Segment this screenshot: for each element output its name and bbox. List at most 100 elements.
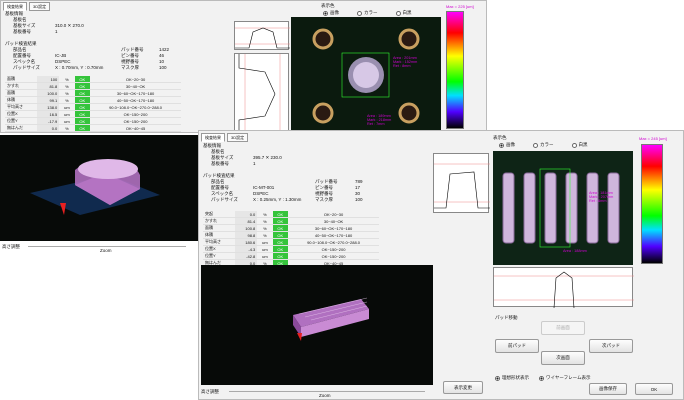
pad-camera-image: Area : 201mm Mark : 152mm Ret : 8mm Area :… bbox=[291, 17, 441, 131]
result-unit: % bbox=[59, 82, 75, 90]
radio-image[interactable]: 画像 bbox=[323, 10, 339, 16]
wireframe-text: ワイヤーフレーム表示 bbox=[546, 375, 591, 380]
tab-bar: 検査結果 3D設定 bbox=[3, 2, 51, 11]
result-spec: 40~50~OK~170~180 bbox=[288, 231, 379, 239]
radio-color-2[interactable]: カラー bbox=[533, 142, 554, 148]
display-color-label: 表示色 bbox=[321, 3, 335, 8]
radio-mono-dot-2 bbox=[571, 142, 577, 148]
result-value: -17.9 bbox=[36, 117, 60, 125]
pad-image-render-2 bbox=[502, 168, 620, 248]
next-pad-button[interactable]: 次パッド bbox=[589, 339, 633, 353]
result-value: 16.5 bbox=[36, 110, 60, 118]
prev-screen-button[interactable]: 前画面 bbox=[541, 321, 585, 335]
zoom-label-2: Zoom bbox=[319, 393, 331, 398]
result-status: OK bbox=[74, 124, 91, 132]
pad-no-label: パッド番号 bbox=[121, 47, 144, 52]
wireframe-option[interactable]: ワイヤーフレーム表示 bbox=[539, 375, 590, 381]
ideal-shape-dot bbox=[495, 375, 500, 381]
pin-no-value-2: 17 bbox=[355, 185, 361, 190]
color-max-label: Max = 225 [um] bbox=[446, 4, 474, 9]
mask-value: 100 bbox=[159, 65, 167, 70]
result-unit: um bbox=[257, 238, 273, 246]
spec-label-2: スペック名 bbox=[211, 191, 234, 196]
base-size-label: 基板サイズ bbox=[13, 23, 36, 28]
base-name-label-2: 基板名 bbox=[211, 149, 225, 154]
3d-render-1 bbox=[30, 159, 160, 215]
height-adjust-label-2: 高さ調整 bbox=[201, 389, 219, 394]
radio-color-label-2: カラー bbox=[540, 142, 554, 147]
result-unit: um bbox=[59, 117, 75, 125]
height-color-bar-2 bbox=[641, 144, 663, 264]
mask-label: マスク厚 bbox=[121, 65, 139, 70]
display-color-label-2: 表示色 bbox=[493, 135, 507, 140]
tab-inspection-result-2[interactable]: 検査結果 bbox=[201, 133, 225, 142]
overlay-text-a: Area : 201mm Mark : 152mm Ret : 8mm bbox=[393, 56, 418, 68]
display-change-button[interactable]: 表示変更 bbox=[443, 381, 483, 394]
base-size-value-2: 395.7 ✕ 230.0 bbox=[253, 155, 282, 160]
result-unit: % bbox=[257, 224, 273, 232]
radio-image-label-2: 画像 bbox=[506, 142, 515, 147]
result-spec: OK~150~200 bbox=[90, 110, 181, 118]
radio-mono-2[interactable]: 白黒 bbox=[571, 142, 588, 148]
tab-3d-settings[interactable]: 3D設定 bbox=[29, 2, 51, 11]
save-image-button[interactable]: 画像保存 bbox=[589, 383, 627, 395]
result-unit: um bbox=[257, 245, 273, 253]
result-row: かすれ 81.8% OK 30~40~OK bbox=[5, 82, 181, 90]
radio-image-dot bbox=[323, 10, 328, 16]
tab-inspection-result[interactable]: 検査結果 bbox=[3, 2, 27, 11]
pin-no-label: ピン番号 bbox=[121, 53, 139, 58]
ideal-shape-option[interactable]: 理想形状表示 bbox=[495, 375, 529, 381]
result-status: OK bbox=[272, 238, 289, 246]
radio-image-label: 画像 bbox=[330, 10, 339, 15]
result-status: OK bbox=[74, 103, 91, 111]
base-num-label: 基板番号 bbox=[13, 29, 31, 34]
wireframe-dot bbox=[539, 375, 544, 381]
result-status: OK bbox=[74, 96, 91, 104]
result-unit: % bbox=[257, 217, 273, 225]
result-name: 位置Y bbox=[203, 252, 235, 260]
pad-image-render bbox=[312, 28, 420, 124]
result-name: 位置X bbox=[5, 110, 37, 118]
result-status: OK bbox=[74, 117, 91, 125]
place-no-label-2: 配置番号 bbox=[211, 185, 229, 190]
result-spec: 30~40~OK bbox=[90, 82, 181, 90]
result-status: OK bbox=[74, 82, 91, 90]
zoom-label-1: Zoom bbox=[100, 248, 112, 253]
base-num-label-2: 基板番号 bbox=[211, 161, 229, 166]
result-spec: OK~150~200 bbox=[90, 117, 181, 125]
result-table: 面積 100% OK OK~20~30 かすれ 81.8% OK 30~40~OK 面積 100.… bbox=[5, 76, 181, 132]
3d-view-1[interactable] bbox=[0, 135, 200, 241]
tab-3d-settings-2[interactable]: 3D設定 bbox=[227, 133, 249, 142]
result-row: 無はんだ 0.0% OK OK~40~45 bbox=[5, 124, 181, 132]
height-zoom-slider-2[interactable] bbox=[229, 391, 425, 392]
result-name: 位置Y bbox=[5, 117, 37, 125]
3d-view-2[interactable] bbox=[201, 265, 433, 385]
result-row: 面積 100.0% OK 30~60~OK~170~180 bbox=[5, 89, 181, 97]
result-value: -4.3 bbox=[234, 245, 258, 253]
result-row: 位置X 16.5 um OK OK~150~200 bbox=[5, 110, 181, 118]
ok-button[interactable]: OK bbox=[635, 383, 673, 395]
result-status: OK bbox=[74, 110, 91, 118]
result-name: かすれ bbox=[203, 217, 235, 225]
result-name: 無はんだ bbox=[5, 124, 37, 132]
base-size-value: 310.0 ✕ 270.0 bbox=[55, 23, 84, 28]
result-spec: 90.0~108.0~OK~270.0~288.0 bbox=[288, 238, 379, 246]
prev-pad-button[interactable]: 前パッド bbox=[495, 339, 539, 353]
base-info-title: 基板情報 bbox=[5, 11, 23, 16]
y-profile-graph-2 bbox=[493, 267, 634, 309]
radio-image-2[interactable]: 画像 bbox=[499, 142, 515, 148]
height-zoom-slider-1[interactable] bbox=[28, 246, 186, 247]
pad-strip bbox=[586, 172, 599, 244]
display-color-options-2: 画像 カラー 白黒 bbox=[499, 142, 588, 148]
pin-no-value: 46 bbox=[159, 53, 165, 58]
result-unit: % bbox=[59, 124, 75, 132]
pad-strip bbox=[502, 172, 515, 244]
result-spec: 90.0~108.0~OK~270.0~288.0 bbox=[90, 103, 181, 111]
pad-no-value-2: 789 bbox=[355, 179, 363, 184]
next-screen-button[interactable]: 次画面 bbox=[541, 351, 585, 365]
display-color-options: 画像 カラー 白黒 bbox=[323, 10, 412, 16]
result-row: かすれ 81.4% OK 30~40~OK bbox=[203, 217, 379, 225]
result-value: 98.8 bbox=[234, 231, 258, 239]
radio-mono[interactable]: 白黒 bbox=[395, 10, 412, 16]
radio-color[interactable]: カラー bbox=[357, 10, 378, 16]
